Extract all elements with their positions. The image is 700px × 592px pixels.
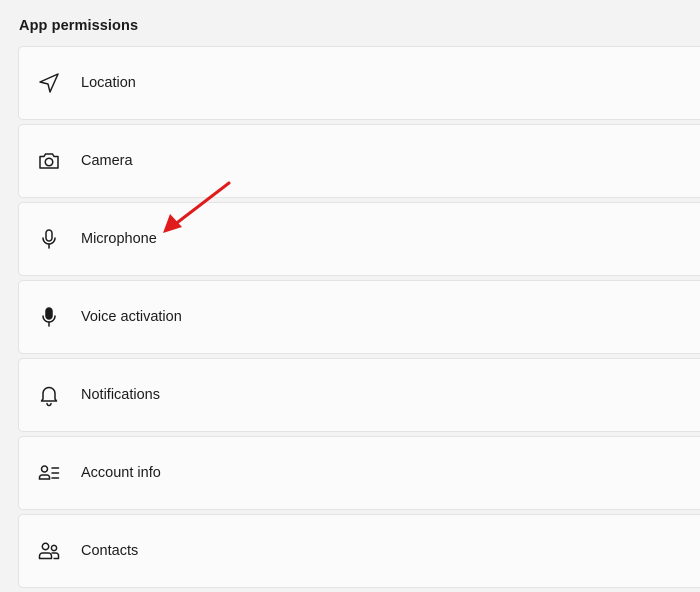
section-title: App permissions [19, 18, 139, 34]
bell-icon [37, 383, 61, 407]
location-arrow-icon [37, 71, 61, 95]
permission-item-account-info[interactable]: Account info [18, 436, 700, 510]
camera-icon [37, 149, 61, 173]
permission-label: Camera [81, 153, 133, 169]
permission-item-notifications[interactable]: Notifications [18, 358, 700, 432]
permission-item-camera[interactable]: Camera [18, 124, 700, 198]
permission-label: Voice activation [81, 309, 182, 325]
permission-label: Account info [81, 465, 161, 481]
voice-activation-microphone-icon [37, 305, 61, 329]
microphone-icon [37, 227, 61, 251]
permission-item-voice-activation[interactable]: Voice activation [18, 280, 700, 354]
contacts-icon [37, 539, 61, 563]
permission-label: Notifications [81, 387, 160, 403]
permission-label: Microphone [81, 231, 157, 247]
permission-item-contacts[interactable]: Contacts [18, 514, 700, 588]
permission-item-location[interactable]: Location [18, 46, 700, 120]
permission-label: Location [81, 75, 136, 91]
permission-label: Contacts [81, 543, 139, 559]
permission-item-microphone[interactable]: Microphone [18, 202, 700, 276]
account-info-icon [37, 461, 61, 485]
